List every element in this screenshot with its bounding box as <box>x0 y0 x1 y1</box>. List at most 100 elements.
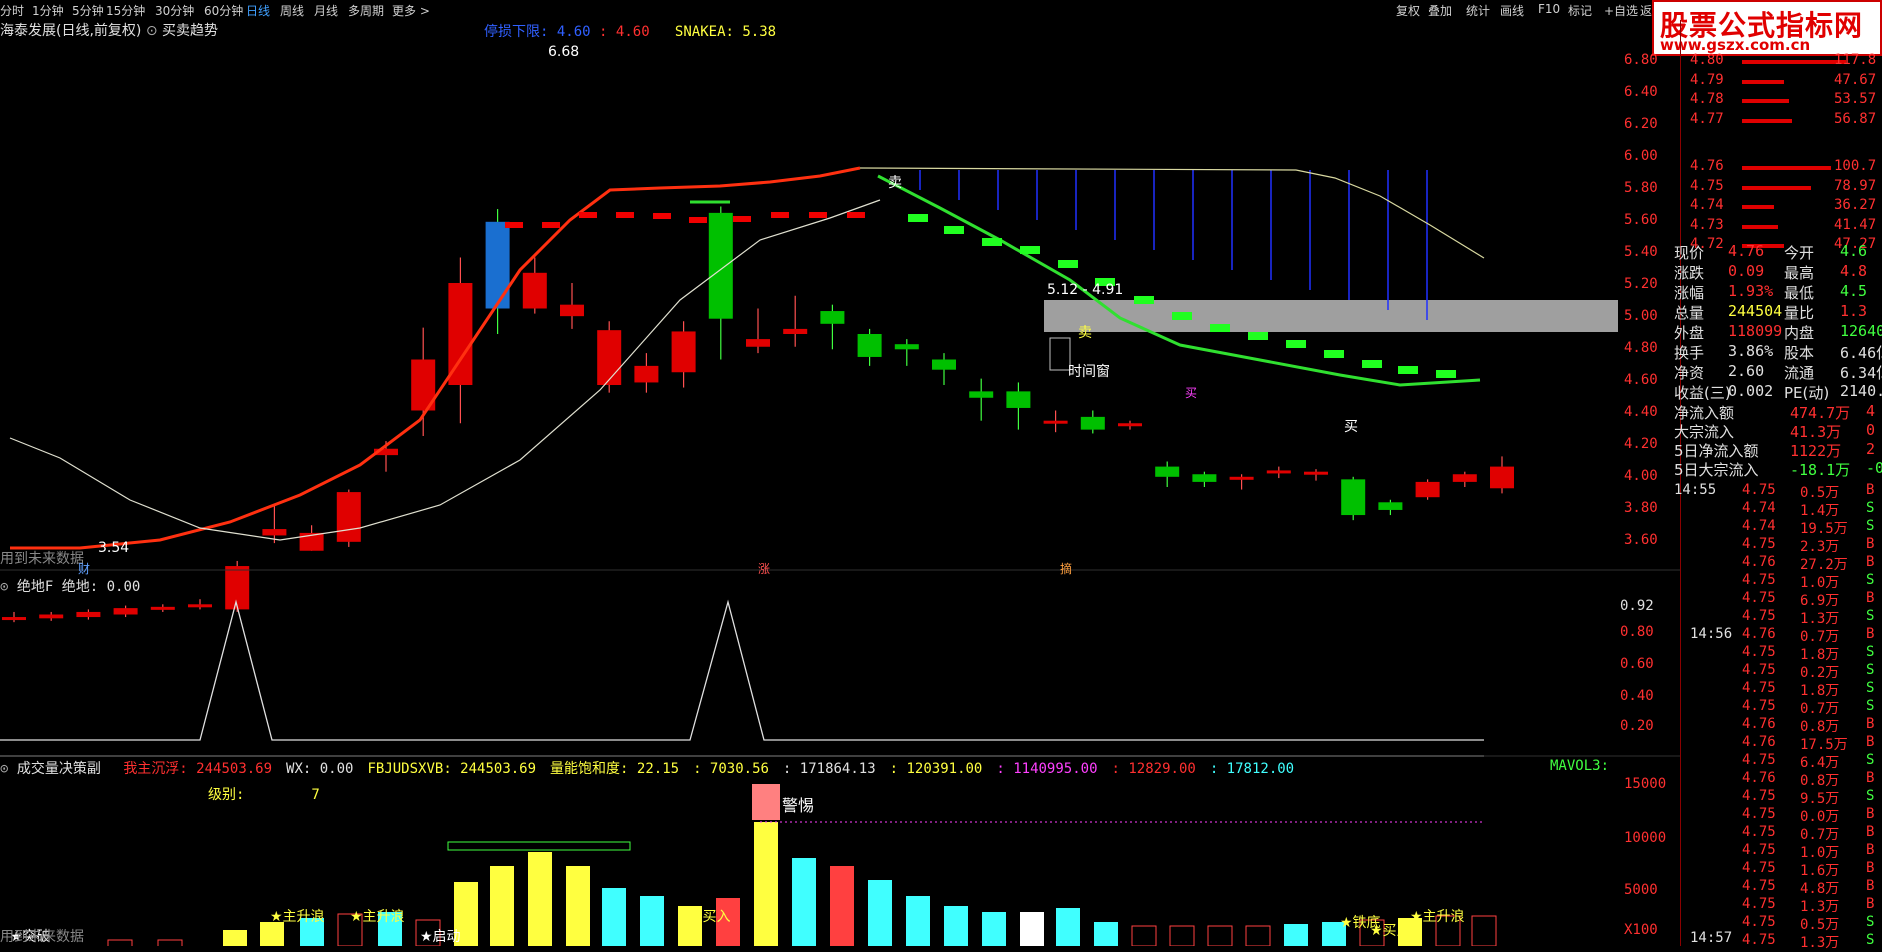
ask-volume: 47.67 <box>1834 71 1877 88</box>
ask-row[interactable]: 4.75 78.97 <box>1690 178 1876 194</box>
volume-bar <box>868 880 892 946</box>
trend-marker <box>908 214 928 222</box>
candle <box>1304 469 1328 481</box>
tick-side: B <box>1866 842 1875 858</box>
candle <box>1192 471 1217 487</box>
quote-value: 1.93% <box>1728 282 1774 300</box>
volume-bar <box>1094 922 1118 946</box>
candle <box>1118 420 1142 430</box>
quote-value: 12640 <box>1840 322 1882 340</box>
ask-row[interactable]: 4.77 56.87 <box>1690 111 1876 127</box>
quote-value: 118099 <box>1728 322 1783 340</box>
period-tab[interactable]: 分时 <box>0 2 24 19</box>
flow-extra: 4 <box>1866 402 1876 420</box>
ask-bar <box>1742 99 1789 103</box>
tick-volume: 1.8万 <box>1800 647 1840 663</box>
tick-side: B <box>1866 734 1875 750</box>
period-tab[interactable]: 30分钟 <box>155 2 194 19</box>
period-tab[interactable]: 日线 <box>246 2 270 19</box>
toolbar-button[interactable]: 叠加 <box>1428 2 1452 19</box>
quote-value: 2140. <box>1840 382 1882 400</box>
period-tab[interactable]: 1分钟 <box>32 2 64 19</box>
price-tick: 5.80 <box>1624 180 1658 196</box>
flow-extra: 0 <box>1866 421 1876 439</box>
volume-signal: ★买入 <box>1370 923 1411 939</box>
ask-row[interactable]: 4.74 36.27 <box>1690 197 1876 213</box>
toolbar-button[interactable]: 画线 <box>1500 2 1524 19</box>
period-tab[interactable]: 更多 > <box>392 2 430 19</box>
period-tab[interactable]: 60分钟 <box>204 2 243 19</box>
quote-value: 4.76 <box>1728 242 1765 260</box>
level-readout: 级别: 7 <box>208 784 320 804</box>
tick-price: 4.75 <box>1742 572 1776 588</box>
period-tab[interactable]: 周线 <box>280 2 304 19</box>
panel2-header: ⊙ 绝地F 绝地: 0.00 <box>0 576 140 596</box>
price-tick: 3.60 <box>1624 532 1658 548</box>
toolbar-button[interactable]: F10 <box>1538 2 1560 16</box>
ask-bar <box>1742 79 1784 84</box>
tick-volume: 19.5万 <box>1800 521 1848 537</box>
tick-volume: 0.7万 <box>1800 701 1840 717</box>
tick-price: 4.75 <box>1742 842 1776 858</box>
flow-value: 1122万 <box>1790 442 1842 460</box>
candle <box>932 353 956 385</box>
main-price-chart[interactable] <box>0 20 1680 946</box>
tick-volume: 1.0万 <box>1800 845 1840 861</box>
ask-row[interactable]: 4.78 53.57 <box>1690 91 1876 107</box>
ask-price: 4.78 <box>1690 91 1724 107</box>
tick-side: B <box>1866 770 1875 786</box>
tick-volume: 0.2万 <box>1800 665 1840 681</box>
panel2-icon[interactable]: ⊙ <box>0 579 8 595</box>
sell-signal-2: 卖 <box>1078 325 1092 341</box>
period-toolbar: 分时 1分钟 5分钟 15分钟 30分钟 60分钟 日线 周线 月线 多周期 更多 > 复权 叠加 统计画… <box>0 0 1882 20</box>
trend-marker <box>1324 350 1344 358</box>
panel2-title[interactable]: 绝地F <box>17 579 53 595</box>
toolbar-button[interactable]: 标记 <box>1568 2 1592 19</box>
tick-volume: 0.7万 <box>1800 827 1840 843</box>
volume-bar <box>944 906 968 946</box>
tick-side: S <box>1866 518 1875 534</box>
tick-price: 4.76 <box>1742 716 1776 732</box>
quote-value: 1.3 <box>1840 302 1868 320</box>
tick-side: B <box>1866 716 1875 732</box>
ask-row[interactable]: 4.79 47.67 <box>1690 72 1876 88</box>
tick-side: S <box>1866 788 1875 804</box>
quote-key: 换手 <box>1674 344 1705 362</box>
tick-price: 4.76 <box>1742 734 1776 750</box>
stop-loss-label: 停损下限: <box>484 24 549 40</box>
toolbar-button[interactable]: 返 <box>1640 2 1652 19</box>
ask-row[interactable]: 4.73 41.47 <box>1690 217 1876 233</box>
volume-bar <box>490 866 514 946</box>
tick-side: S <box>1866 698 1875 714</box>
tick-side: B <box>1866 554 1875 570</box>
period-tab[interactable]: 15分钟 <box>106 2 145 19</box>
volume-readout: WX: 0.00 <box>286 761 354 777</box>
quote-value: 4.6 <box>1840 242 1868 260</box>
snake-label: SNAKEA: <box>674 24 734 40</box>
period-tab[interactable]: 5分钟 <box>72 2 104 19</box>
signal-range <box>447 841 631 851</box>
panel3-future-note: 用到未来数据 <box>0 929 84 945</box>
panel3-title[interactable]: 成交量决策副 <box>17 761 101 777</box>
volume-bar <box>223 930 247 946</box>
trend-marker <box>1210 324 1230 332</box>
period-tab[interactable]: 多周期 <box>348 2 384 19</box>
finance-mark: 财 <box>78 562 91 576</box>
period-tab[interactable]: 月线 <box>314 2 338 19</box>
indicator-name[interactable]: 买卖趋势 <box>162 23 218 39</box>
watermark-logo: 股票公式指标网 www.gszx.com.cn <box>1652 0 1882 56</box>
tick-price: 4.75 <box>1742 896 1776 912</box>
tick-price: 4.75 <box>1742 644 1776 660</box>
candle <box>560 283 584 329</box>
panel3-icon[interactable]: ⊙ <box>0 761 8 777</box>
tick-side: S <box>1866 752 1875 768</box>
ask-row[interactable]: 4.80 117.8 <box>1690 52 1876 68</box>
stop-marker <box>542 222 560 228</box>
toolbar-button[interactable]: 统计 <box>1466 2 1490 19</box>
toolbar-button[interactable]: +自选 <box>1604 2 1638 19</box>
volume-bar <box>1169 925 1195 946</box>
ask-row[interactable]: 4.76 100.7 <box>1690 158 1876 174</box>
ask-volume: 100.7 <box>1834 158 1877 174</box>
indicator-icon[interactable]: ⊙ <box>146 23 158 39</box>
toolbar-button[interactable]: 复权 <box>1396 2 1420 19</box>
